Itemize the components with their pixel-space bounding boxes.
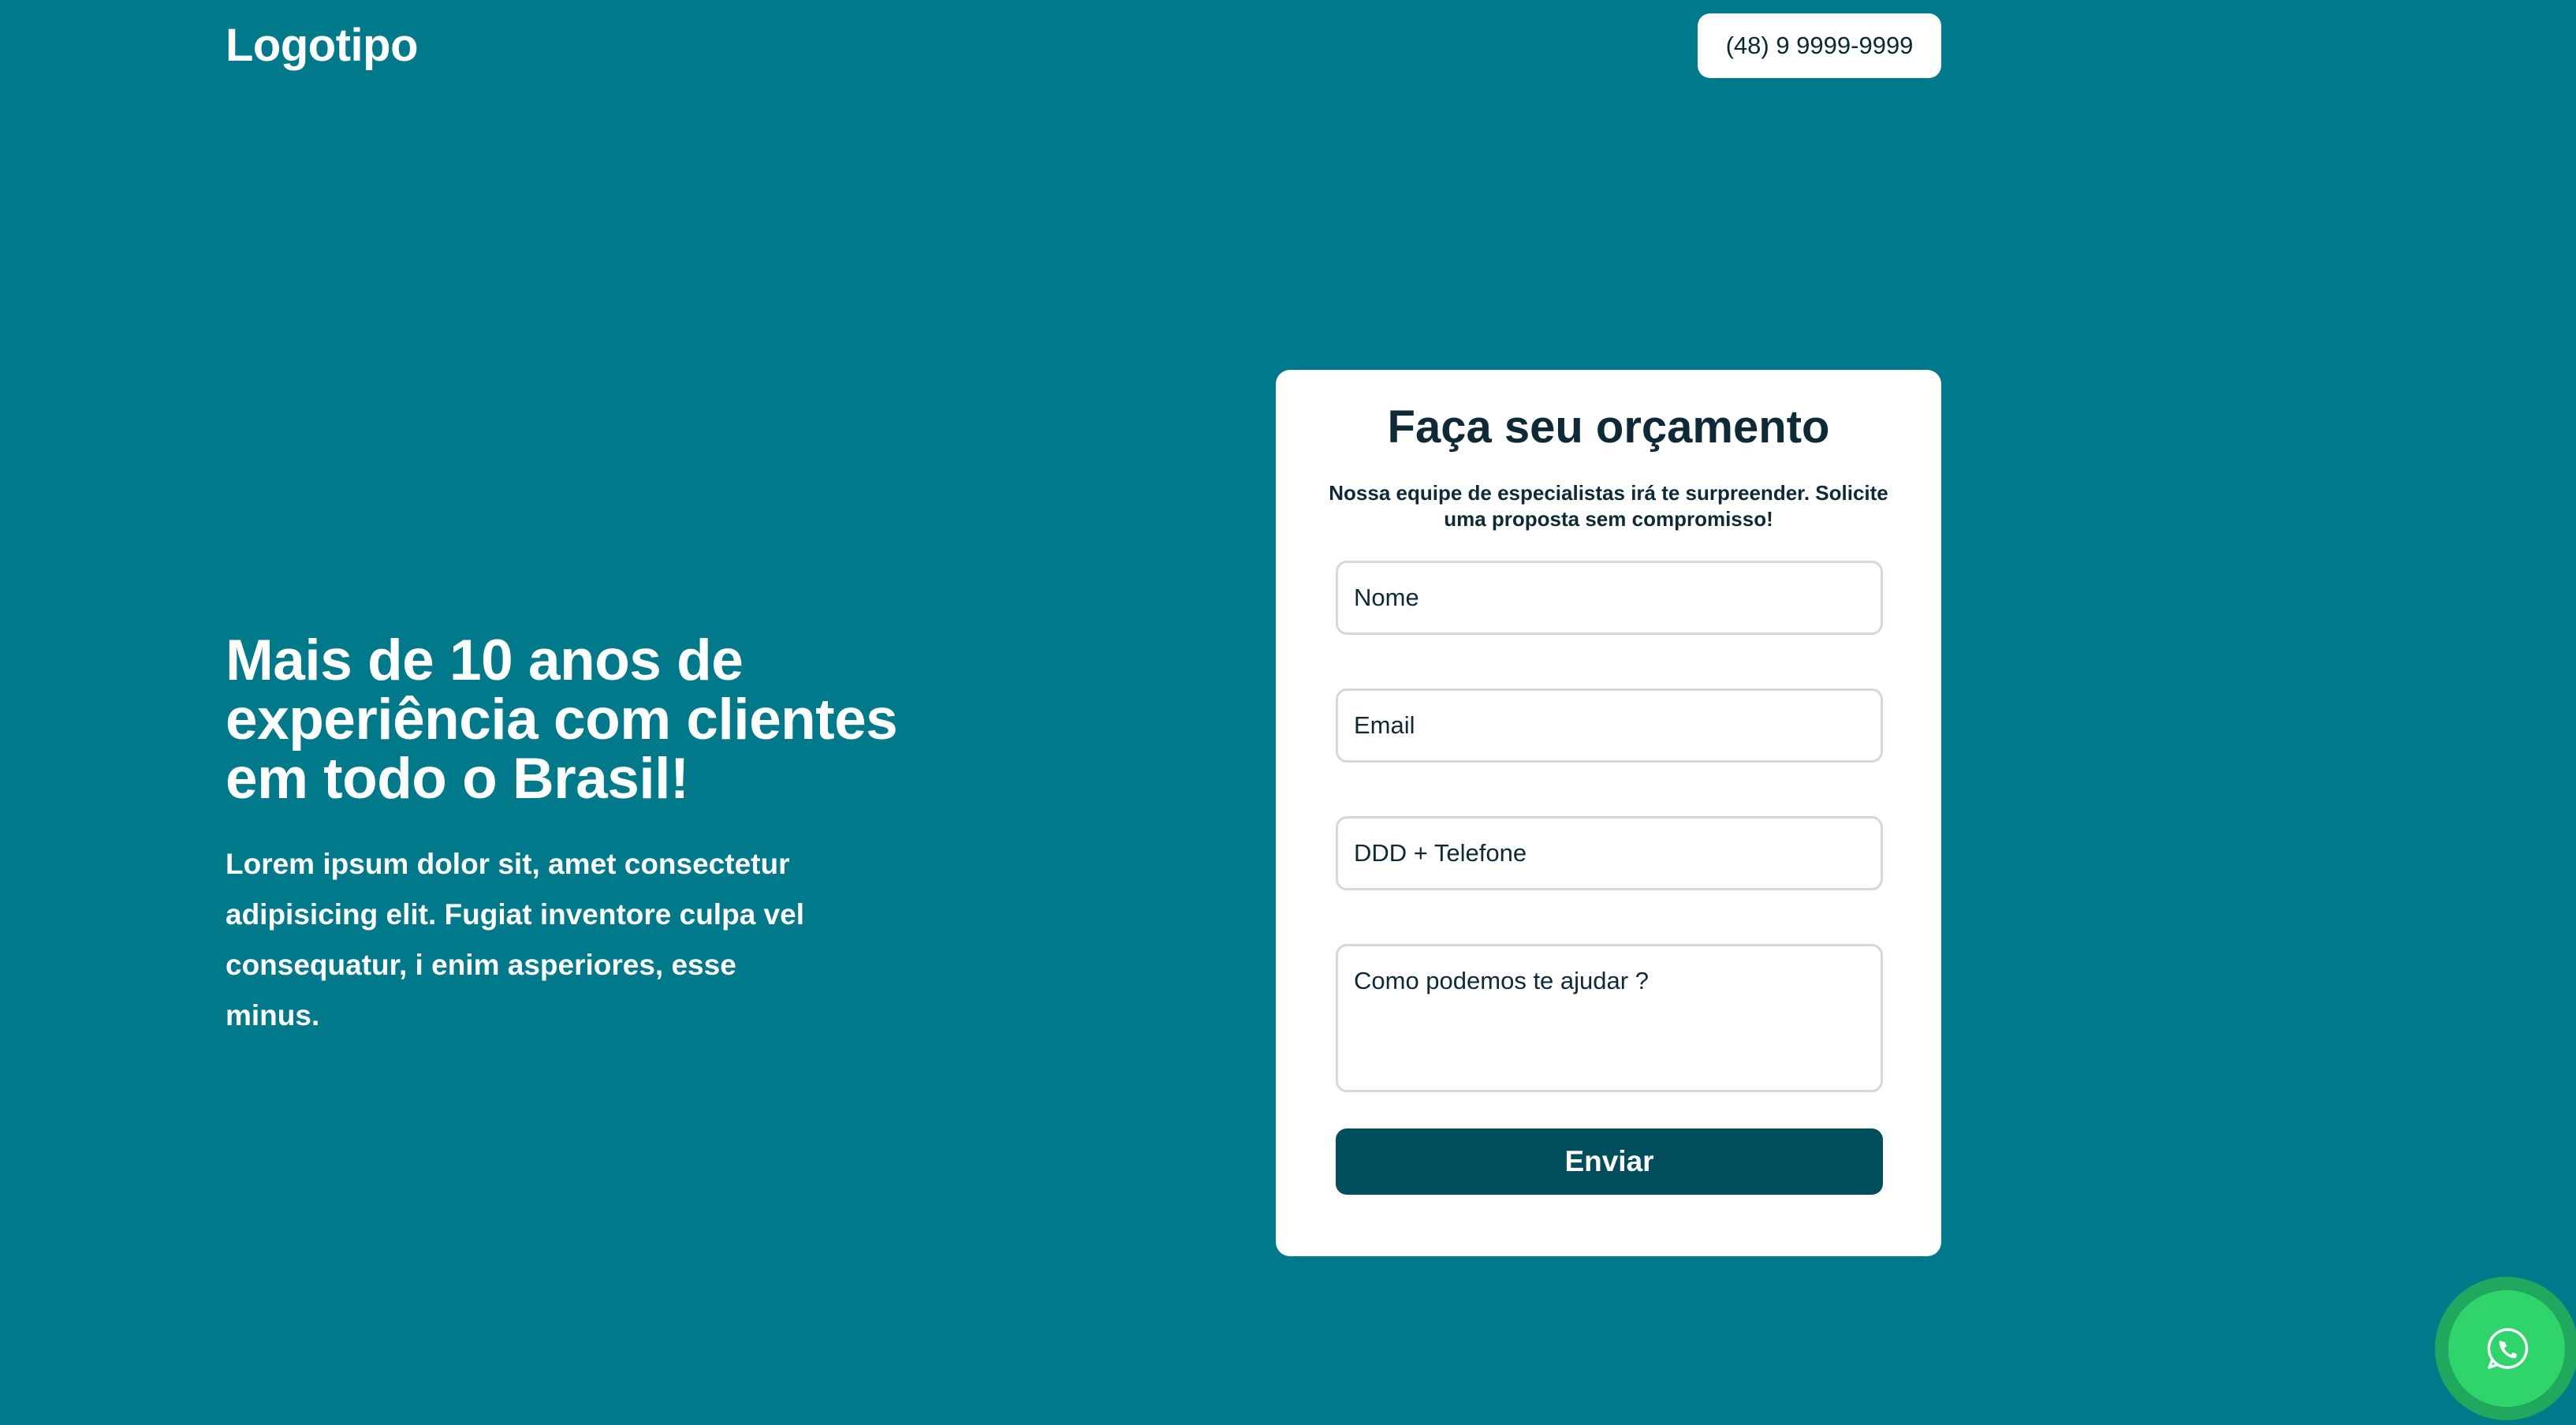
hero-text: Lorem ipsum dolor sit, amet consectetur …	[226, 848, 804, 1031]
quote-form: Faça seu orçamento Nossa equipe de espec…	[1276, 370, 1941, 1256]
whatsapp-floating-button[interactable]	[2435, 1277, 2576, 1420]
form-title: Faça seu orçamento	[1387, 401, 1830, 453]
form-subtitle: Nossa equipe de especialistas irá te sur…	[1329, 481, 1888, 531]
logo[interactable]: Logotipo	[226, 17, 419, 74]
email-field[interactable]	[1336, 688, 1883, 763]
submit-button[interactable]: Enviar	[1336, 1128, 1883, 1195]
message-field[interactable]	[1336, 944, 1883, 1092]
phone-field[interactable]	[1336, 816, 1883, 890]
whatsapp-icon	[2487, 1328, 2529, 1369]
hero-title: Mais de 10 anos de experiência com clien…	[226, 629, 898, 811]
landing-page: Logotipo (48) 9 9999-9999 Mais de 10 ano…	[0, 0, 2576, 1425]
name-field[interactable]	[1336, 561, 1883, 635]
whatsapp-button-inner[interactable]	[2448, 1290, 2565, 1407]
phone-button[interactable]: (48) 9 9999-9999	[1698, 13, 1941, 78]
